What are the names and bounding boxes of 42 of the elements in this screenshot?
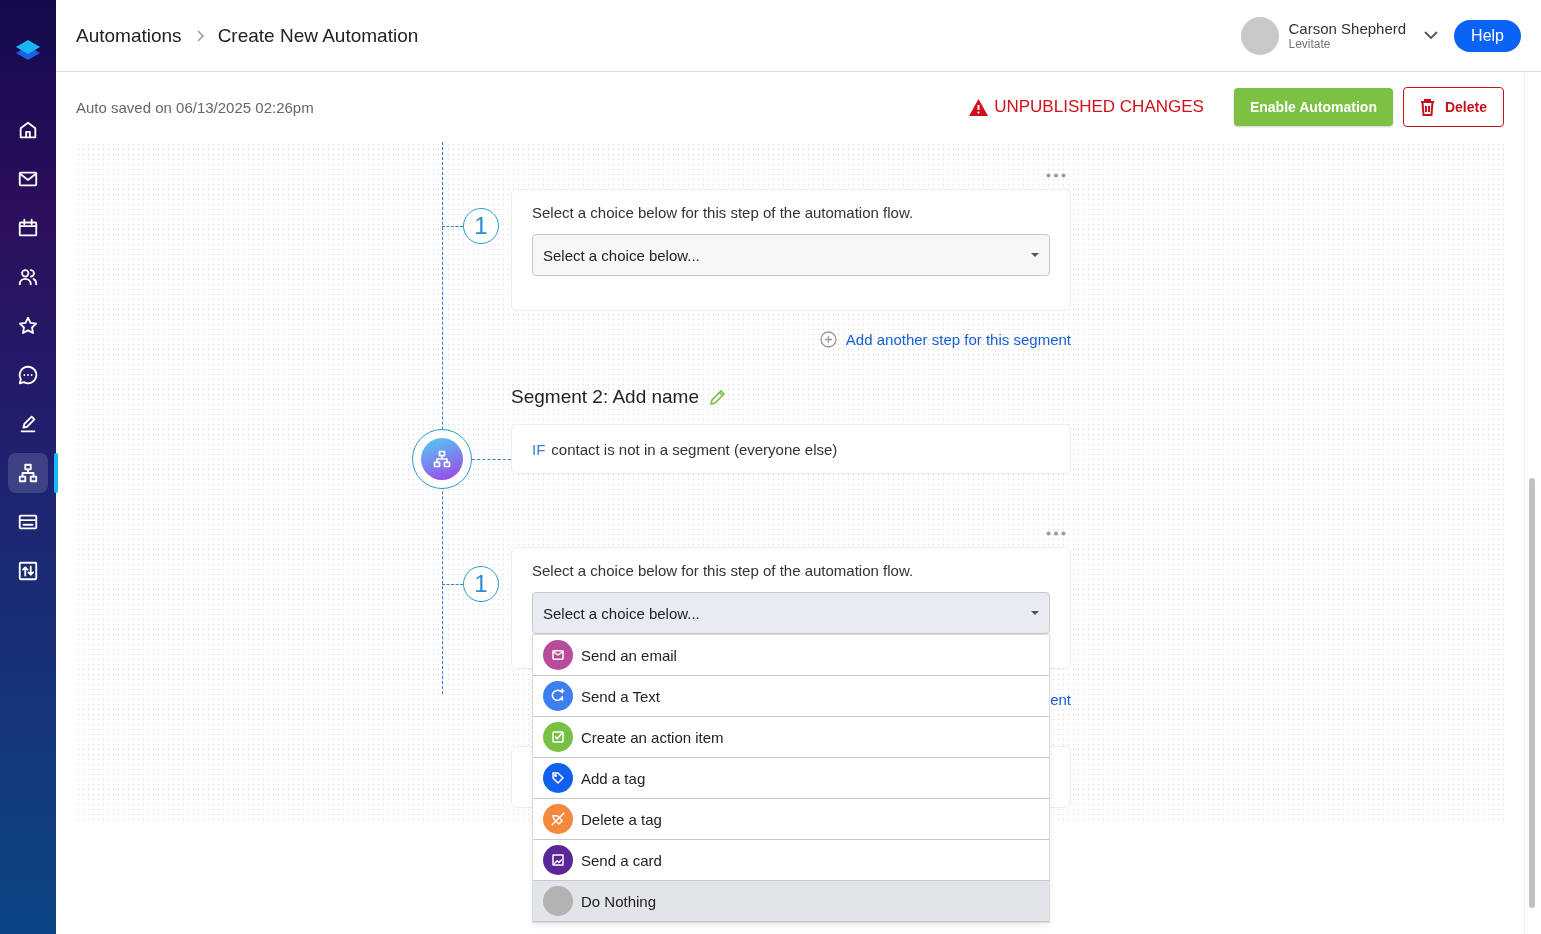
step-prompt: Select a choice below for this step of the automation flow.: [532, 204, 915, 221]
warning-icon: [969, 98, 989, 116]
condition-keyword: IF: [532, 440, 546, 458]
user-org: Levitate: [1288, 37, 1332, 51]
unpublished-warning: UNPUBLISHED CHANGES: [994, 97, 1204, 117]
trash-icon: [1419, 98, 1435, 116]
step-number: 1: [463, 208, 499, 244]
star-icon: [17, 315, 39, 337]
hierarchy-icon: [17, 462, 39, 484]
chat-icon: [17, 364, 39, 386]
people-icon: [17, 266, 39, 288]
choice-option[interactable]: Send a Text: [533, 676, 1049, 717]
choice-option[interactable]: Do Nothing: [533, 881, 1049, 922]
user-name: Carson Shepherd: [1288, 20, 1407, 37]
help-button[interactable]: Help: [1454, 19, 1521, 52]
choice-option[interactable]: Create an action item: [533, 717, 1049, 758]
chevron-down-icon[interactable]: [1424, 31, 1439, 40]
plus-circle-icon[interactable]: [819, 331, 837, 348]
chevron-right-icon: [195, 29, 204, 42]
page-title: Create New Automation: [217, 24, 419, 47]
choice-select[interactable]: Select a choice below...: [532, 592, 1050, 634]
condition-text: contact is not in a segment (everyone else): [551, 440, 838, 458]
scrollbar-thumb[interactable]: [1529, 478, 1535, 908]
choice-option[interactable]: Delete a tag: [533, 799, 1049, 840]
home-icon: [17, 119, 39, 141]
segment-title: Segment 2: Add name: [511, 386, 699, 408]
logo-icon: [15, 38, 41, 62]
step-number: 1: [463, 566, 499, 602]
choice-option[interactable]: Send an email: [533, 635, 1049, 676]
breadcrumb-link[interactable]: Automations: [76, 24, 182, 47]
delete-button[interactable]: Delete: [1402, 87, 1504, 127]
calendar-icon: [17, 217, 39, 239]
choice-option[interactable]: Add a tag: [533, 758, 1049, 799]
add-step-link[interactable]: Add another step for this segment: [845, 331, 1071, 348]
transfer-icon: [17, 560, 39, 582]
hierarchy-icon: [432, 449, 452, 469]
choice-select[interactable]: Select a choice below...: [532, 234, 1050, 276]
more-icon[interactable]: [1046, 530, 1066, 536]
more-icon[interactable]: [1046, 172, 1066, 178]
step-prompt: Select a choice below for this step of the automation flow.: [532, 562, 915, 579]
autosave-status: Auto saved on 06/13/2025 02:26pm: [76, 98, 314, 116]
add-step-link[interactable]: ent: [1050, 691, 1071, 708]
